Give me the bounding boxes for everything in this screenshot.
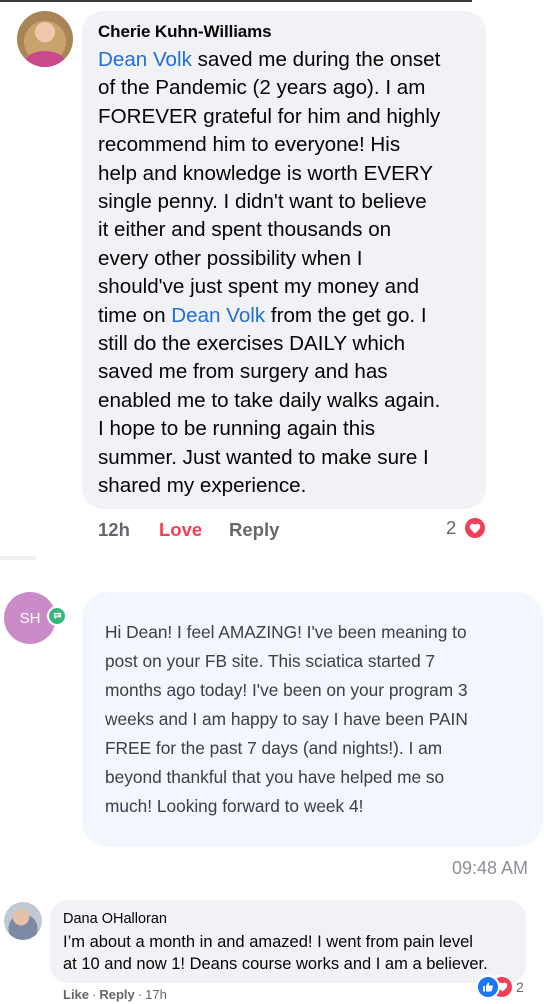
- separator-dot: ·: [137, 987, 143, 1002]
- divider: [0, 556, 36, 560]
- reaction-count[interactable]: 2: [516, 979, 524, 995]
- top-divider: [0, 0, 472, 2]
- thumbs-up-glyph: [483, 982, 493, 992]
- like-button[interactable]: Like: [63, 987, 89, 1002]
- message-glyph: [53, 612, 61, 620]
- mention-link[interactable]: Dean Volk: [171, 304, 265, 327]
- comment-text: I’m about a month in and amazed! I went …: [63, 933, 488, 973]
- message-badge-fill: [49, 608, 65, 624]
- heart-glyph: [469, 523, 481, 533]
- comment-text: Dean Volk saved me during the onset of t…: [98, 46, 480, 501]
- reaction-icons[interactable]: [476, 975, 516, 999]
- separator-dot: ·: [92, 987, 97, 1002]
- avatar[interactable]: [4, 902, 42, 940]
- avatar-shirt: [25, 51, 65, 67]
- reaction-count[interactable]: 2: [446, 517, 456, 539]
- reply-button[interactable]: Reply: [99, 987, 134, 1002]
- avatar[interactable]: [17, 11, 73, 67]
- like-icon: [476, 975, 500, 999]
- comment-text-part: from the get go. I still do the exercise…: [98, 303, 441, 498]
- comment-timestamp[interactable]: 17h: [145, 987, 167, 1002]
- mention-link[interactable]: Dean Volk: [98, 48, 192, 71]
- comment-author[interactable]: Cherie Kuhn-Williams: [98, 22, 272, 42]
- message-timestamp: 09:48 AM: [452, 858, 529, 878]
- comment-actions: Like · Reply · 17h: [63, 987, 167, 1002]
- message-text: Hi Dean! I feel AMAZING! I've been meani…: [105, 622, 468, 816]
- love-reaction-button[interactable]: Love: [159, 519, 202, 541]
- comment-timestamp[interactable]: 12h: [98, 519, 130, 541]
- comment-author[interactable]: Dana OHalloran: [63, 911, 167, 927]
- comment-text-part: saved me during the onset of the Pandemi…: [98, 48, 441, 327]
- reply-button[interactable]: Reply: [229, 519, 279, 541]
- heart-icon[interactable]: [463, 516, 487, 540]
- message-icon: [47, 606, 67, 626]
